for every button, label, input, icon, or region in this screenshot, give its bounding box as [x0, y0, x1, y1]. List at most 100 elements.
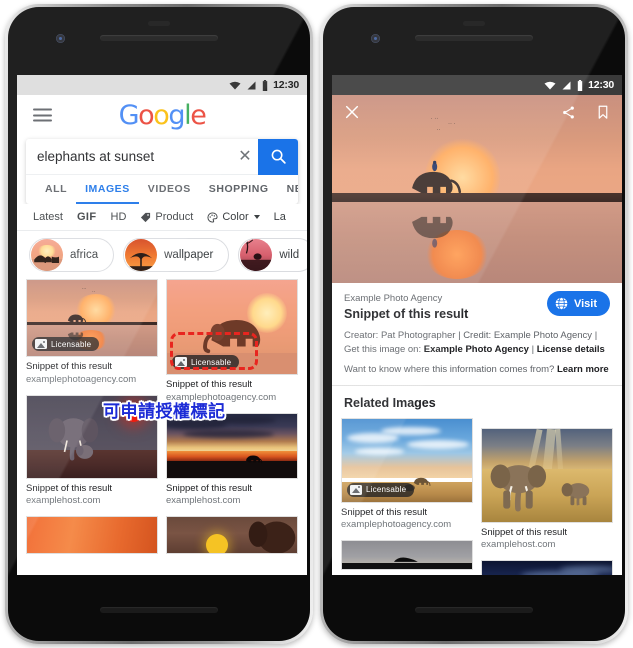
image-scene	[27, 517, 157, 554]
search-button[interactable]	[258, 139, 298, 175]
licensable-label: Licensable	[51, 339, 92, 349]
meta-separator: |	[528, 344, 537, 356]
related-snippet: Snippet of this result	[341, 506, 428, 518]
share-icon[interactable]	[561, 105, 576, 120]
proximity-sensor	[148, 21, 170, 26]
right-phone-screen: 12:30 · ·· ·· · ·· Example Photo Agency …	[332, 75, 622, 575]
chip-label: wallpaper	[164, 249, 214, 261]
bottom-speaker	[415, 607, 533, 613]
meta-creator-value: Pat Photographer	[380, 330, 456, 341]
result-card-partial[interactable]	[26, 516, 158, 555]
bottom-speaker	[100, 607, 218, 613]
tab-shopping[interactable]: SHOPPING	[200, 183, 278, 204]
result-card[interactable]: Snippet of this result examplehost.com	[166, 412, 298, 509]
filter-color[interactable]: Color	[207, 211, 260, 223]
related-card[interactable]: Licensable Snippet of this result exampl…	[341, 417, 473, 533]
tab-videos[interactable]: VIDEOS	[139, 183, 200, 204]
result-thumbnail[interactable]	[166, 412, 298, 479]
meta-getimage-prefix: Get this image on:	[344, 344, 424, 356]
result-card-partial[interactable]	[166, 516, 298, 555]
battery-icon	[577, 79, 583, 91]
image-scene	[482, 428, 612, 522]
wifi-icon	[544, 81, 556, 89]
learn-more-link[interactable]: Learn more	[557, 364, 609, 375]
chip-wild[interactable]: wild	[238, 238, 307, 272]
signal-icon	[247, 81, 256, 89]
chip-wallpaper[interactable]: wallpaper	[123, 238, 230, 272]
status-bar-time: 12:30	[273, 79, 299, 91]
learn-more-prefix: Want to know where this information come…	[344, 363, 557, 375]
search-input[interactable]	[26, 149, 232, 164]
related-card[interactable]: Snippet of this result examplehost.com	[481, 418, 613, 553]
grid-column-right: Snippet of this result examplehost.com	[481, 418, 613, 575]
front-camera	[371, 34, 380, 43]
android-status-bar: 12:30	[17, 75, 307, 95]
result-host: examplehost.com	[26, 495, 101, 507]
related-host: examplephotoagency.com	[341, 519, 452, 531]
battery-icon	[262, 79, 268, 91]
filter-product-label: Product	[155, 211, 194, 223]
related-images-grid: Licensable Snippet of this result exampl…	[332, 417, 622, 576]
meta-credit-value: Example Photo Agency	[493, 330, 593, 341]
filter-more[interactable]: La	[274, 211, 286, 223]
image-license-icon	[175, 357, 187, 367]
result-card[interactable]: Licensable Snippet of this result exampl…	[166, 279, 298, 405]
related-card-partial[interactable]	[341, 540, 473, 571]
front-camera	[56, 34, 65, 43]
left-phone-screen: 12:30 Google ✕	[17, 75, 307, 575]
result-card[interactable]: ··· ·· Licensable Snippet of this result…	[26, 279, 158, 387]
proximity-sensor	[463, 21, 485, 26]
google-logo: Google	[118, 99, 207, 131]
chip-thumbnail	[125, 239, 158, 271]
related-thumbnail[interactable]: Licensable	[341, 417, 473, 503]
result-snippet: Snippet of this result	[166, 379, 253, 390]
license-details-link[interactable]: License details	[537, 344, 605, 355]
meta-agency-link[interactable]: Example Photo Agency	[424, 344, 529, 355]
status-bar-time: 12:30	[588, 79, 614, 91]
image-scene	[482, 561, 612, 575]
close-x-icon[interactable]: ✕	[232, 148, 258, 165]
search-tabs: ALL IMAGES VIDEOS SHOPPING NEWS	[26, 175, 298, 204]
chip-label: wild	[279, 249, 300, 261]
tag-icon	[141, 212, 151, 222]
bookmark-icon[interactable]	[596, 105, 610, 120]
filter-product[interactable]: Product	[140, 211, 193, 223]
image-viewer-hero[interactable]: · ·· ·· · ··	[332, 95, 622, 283]
chip-africa[interactable]: africa	[29, 238, 115, 272]
filter-gif[interactable]: GIF	[77, 211, 97, 223]
filter-hd[interactable]: HD	[111, 211, 127, 223]
tab-images[interactable]: IMAGES	[76, 183, 139, 204]
licensable-badge: Licensable	[347, 482, 415, 497]
result-host: examplehost.com	[166, 495, 241, 507]
chip-thumbnail	[31, 239, 63, 271]
licensable-label: Licensable	[191, 357, 232, 367]
search-magnifier-icon	[271, 149, 286, 164]
signal-icon	[562, 81, 571, 89]
tab-news[interactable]: NEWS	[278, 183, 298, 204]
visit-button[interactable]: Visit	[546, 291, 610, 316]
result-thumbnail[interactable]	[166, 516, 298, 555]
tab-all[interactable]: ALL	[36, 183, 76, 204]
image-scene	[167, 413, 297, 478]
close-x-icon[interactable]	[344, 104, 360, 120]
detail-metadata: Creator: Pat Photographer | Credit: Exam…	[344, 329, 610, 358]
result-thumbnail[interactable]: ··· ·· Licensable	[26, 279, 158, 357]
related-thumbnail[interactable]	[341, 540, 473, 571]
search-card: ✕ ALL IMAGES VIDEOS SHOPPING NEWS	[26, 139, 298, 204]
palette-icon	[207, 211, 218, 223]
related-card-partial[interactable]	[481, 560, 613, 575]
licensable-badge: Licensable	[172, 355, 240, 369]
result-thumbnail[interactable]: Licensable	[166, 279, 298, 375]
filter-latest[interactable]: Latest	[33, 211, 63, 223]
image-scene	[167, 517, 297, 554]
result-thumbnail[interactable]	[26, 516, 158, 555]
hamburger-menu-icon[interactable]	[33, 108, 52, 122]
google-header: Google	[17, 95, 307, 135]
result-snippet: Snippet of this result	[26, 482, 113, 494]
filter-chip-row: Latest GIF HD Product Color La	[17, 204, 307, 231]
related-thumbnail[interactable]	[481, 427, 613, 523]
result-snippet: Snippet of this result	[166, 482, 253, 494]
grid-column-left: Licensable Snippet of this result exampl…	[341, 417, 473, 576]
meta-credit-prefix: | Credit:	[455, 330, 494, 341]
related-thumbnail[interactable]	[481, 560, 613, 575]
